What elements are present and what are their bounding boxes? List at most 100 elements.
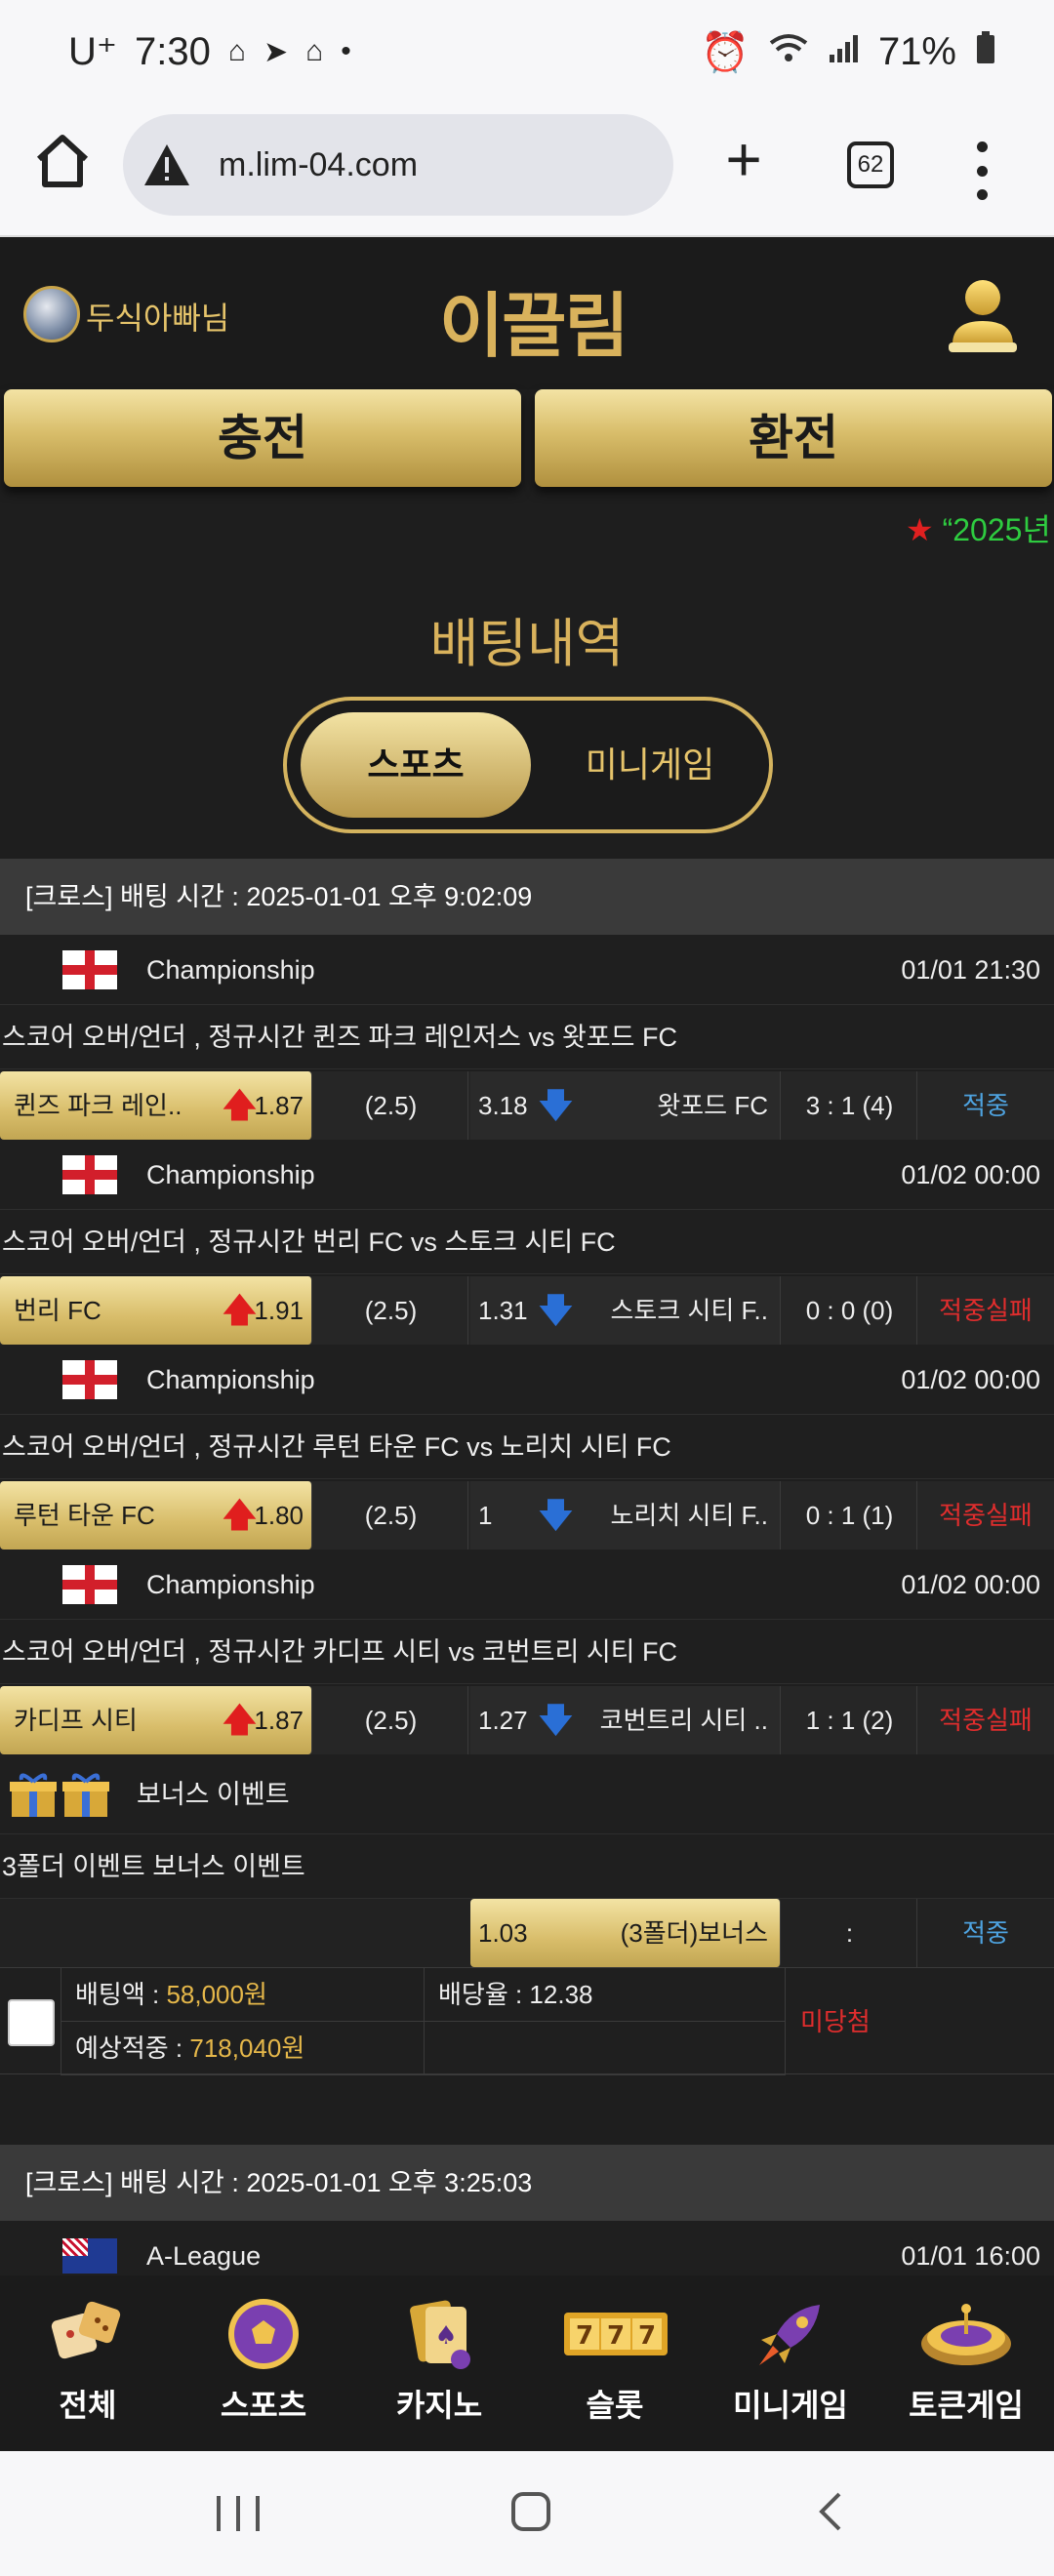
easy-home-icon: ⌂ — [227, 35, 246, 67]
league-name: Championship — [146, 1160, 315, 1189]
away-odds-cell: 1.31 🡇 스토크 시티 F.. — [470, 1276, 781, 1345]
nav-minigame[interactable]: 미니게임 — [703, 2275, 878, 2451]
league-row: Championship 01/02 00:00 — [0, 1550, 1054, 1620]
svg-text:7: 7 — [576, 2321, 593, 2351]
star-icon: ★ — [906, 512, 934, 547]
deposit-withdraw-row: 충전 환전 — [0, 389, 1054, 487]
nav-label: 미니게임 — [733, 2388, 848, 2423]
arrow-down-icon: 🡇 — [539, 1702, 573, 1739]
bonus-result: 적중 — [962, 1918, 1009, 1948]
kickoff-time: 01/02 00:00 — [901, 1160, 1040, 1189]
svg-text:7: 7 — [638, 2321, 656, 2351]
svg-text:♠: ♠ — [434, 2321, 457, 2351]
soccer-ball-icon — [228, 2299, 299, 2369]
nav-label: 슬롯 — [586, 2388, 644, 2423]
url-text[interactable]: m.lim-04.com — [219, 146, 418, 184]
home-odds: 1.87 — [254, 1706, 304, 1735]
status-left: U⁺ 7:30 ⌂ ➤ ⌂ • — [68, 29, 351, 74]
match-score: 0 : 0 (0) — [783, 1276, 917, 1345]
ticker-text: “2025년 — [942, 512, 1051, 547]
match-score: 3 : 1 (4) — [783, 1071, 917, 1140]
home-team: 번리 FC — [14, 1296, 101, 1325]
home-odds-cell: 번리 FC 🡅 1.91 — [0, 1276, 312, 1345]
away-odds-cell: 1.27 🡇 코번트리 시티 .. — [470, 1686, 781, 1754]
cards-icon: ♠ — [410, 2300, 470, 2369]
away-team: 노리치 시티 F.. — [610, 1501, 769, 1530]
arrow-up-icon: 🡅 — [223, 1292, 257, 1329]
status-right: ⏰ 71% — [701, 29, 995, 75]
new-tab-button[interactable]: + — [714, 128, 773, 190]
arrow-up-icon: 🡅 — [223, 1702, 257, 1739]
bonus-score: : — [783, 1899, 917, 1967]
tab-switcher-button[interactable]: 62 — [847, 141, 894, 188]
nav-token-game[interactable]: 토큰게임 — [878, 2275, 1054, 2451]
away-team: 왓포드 FC — [657, 1091, 768, 1120]
handicap-line: (2.5) — [314, 1481, 468, 1550]
page-title: 배팅내역 — [429, 615, 625, 673]
australia-flag-icon — [62, 2238, 117, 2274]
username[interactable]: 두식아빠님 — [86, 294, 229, 339]
browser-menu-button[interactable] — [970, 141, 993, 200]
exchange-button[interactable]: 환전 — [535, 389, 1052, 487]
user-level-badge-icon — [23, 286, 80, 342]
tab-sports[interactable]: 스포츠 — [301, 712, 531, 818]
away-odds-cell: 1 🡇 노리치 시티 F.. — [470, 1481, 781, 1550]
odds-row: 퀸즈 파크 레인.. 🡅 1.87 (2.5) 3.18 🡇 왓포드 FC 3 … — [0, 1071, 1054, 1140]
nav-slot[interactable]: 777 슬롯 — [527, 2275, 703, 2451]
nav-all[interactable]: 전체 — [0, 2275, 176, 2451]
rocket-icon — [759, 2305, 820, 2365]
warning-icon[interactable] — [142, 142, 191, 187]
browser-home-button[interactable] — [29, 132, 96, 198]
gift-box-icon — [10, 1773, 109, 1817]
away-odds: 3.18 — [478, 1091, 528, 1120]
league-name: Championship — [146, 955, 315, 985]
bet-summary: 배팅액 : 58,000원 배당율 : 12.38 예상적중 : 718,040… — [0, 1967, 1054, 2075]
nav-casino[interactable]: ♠ 카지노 — [351, 2275, 527, 2451]
nav-sports[interactable]: 스포츠 — [176, 2275, 351, 2451]
home-team: 퀸즈 파크 레인.. — [14, 1091, 182, 1120]
home-odds: 1.91 — [254, 1296, 304, 1325]
bet-amount: 58,000원 — [166, 1980, 267, 2009]
nav-label: 전체 — [59, 2388, 117, 2423]
tab-minigame[interactable]: 미니게임 — [543, 712, 757, 818]
site-logo[interactable]: 이끌림 — [439, 268, 629, 371]
address-bar[interactable]: m.lim-04.com — [123, 114, 673, 216]
expected-win: 718,040원 — [189, 2033, 305, 2063]
battery-percent: 71% — [877, 30, 956, 73]
nav-label: 스포츠 — [220, 2388, 307, 2423]
charge-button[interactable]: 충전 — [4, 389, 521, 487]
bet-slip-header: [크로스] 배팅 시간 : 2025-01-01 오후 9:02:09 — [0, 859, 1054, 935]
away-team: 스토크 시티 F.. — [610, 1296, 769, 1325]
odds-row: 카디프 시티 🡅 1.87 (2.5) 1.27 🡇 코번트리 시티 .. 1 … — [0, 1686, 1054, 1754]
arrow-down-icon: 🡇 — [539, 1497, 573, 1534]
bonus-row: 보너스 이벤트 — [0, 1754, 1054, 1834]
clock: 7:30 — [135, 29, 211, 73]
match-title: 스코어 오버/언더 , 정규시간 번리 FC vs 스토크 시티 FC — [0, 1210, 1054, 1274]
kickoff-time: 01/01 21:30 — [901, 955, 1040, 985]
league-row: Championship 01/02 00:00 — [0, 1345, 1054, 1415]
expected-win-cell: 예상적중 : 718,040원 — [61, 2022, 425, 2075]
alarm-icon: ⏰ — [701, 31, 750, 74]
recents-button[interactable] — [217, 2496, 260, 2531]
notice-ticker[interactable]: ★ “2025년 — [906, 505, 1051, 550]
odds-row: 루턴 타운 FC 🡅 1.80 (2.5) 1 🡇 노리치 시티 F.. 0 :… — [0, 1481, 1054, 1550]
system-home-button[interactable] — [511, 2492, 550, 2531]
carrier-label: U⁺ — [68, 30, 117, 73]
england-flag-icon — [62, 1565, 117, 1604]
select-checkbox[interactable] — [8, 1999, 55, 2046]
kickoff-time: 01/02 00:00 — [901, 1570, 1040, 1599]
result-status: 적중실패 — [939, 1501, 1033, 1530]
dot-icon: • — [341, 35, 351, 67]
svg-text:7: 7 — [607, 2321, 625, 2351]
profile-icon[interactable] — [947, 276, 1019, 358]
roulette-icon — [921, 2304, 1011, 2365]
home-odds-cell: 카디프 시티 🡅 1.87 — [0, 1686, 312, 1754]
league-row: Championship 01/01 21:30 — [0, 935, 1054, 1005]
home-team: 카디프 시티 — [14, 1706, 138, 1735]
bonus-label: 보너스 이벤트 — [137, 1780, 290, 1809]
bonus-odds-cell: 1.03 (3폴더)보너스 — [470, 1899, 781, 1967]
arrow-up-icon: 🡅 — [223, 1497, 257, 1534]
arrow-down-icon: 🡇 — [539, 1292, 573, 1329]
back-button[interactable] — [818, 2490, 843, 2533]
match-score: 1 : 1 (2) — [783, 1686, 917, 1754]
